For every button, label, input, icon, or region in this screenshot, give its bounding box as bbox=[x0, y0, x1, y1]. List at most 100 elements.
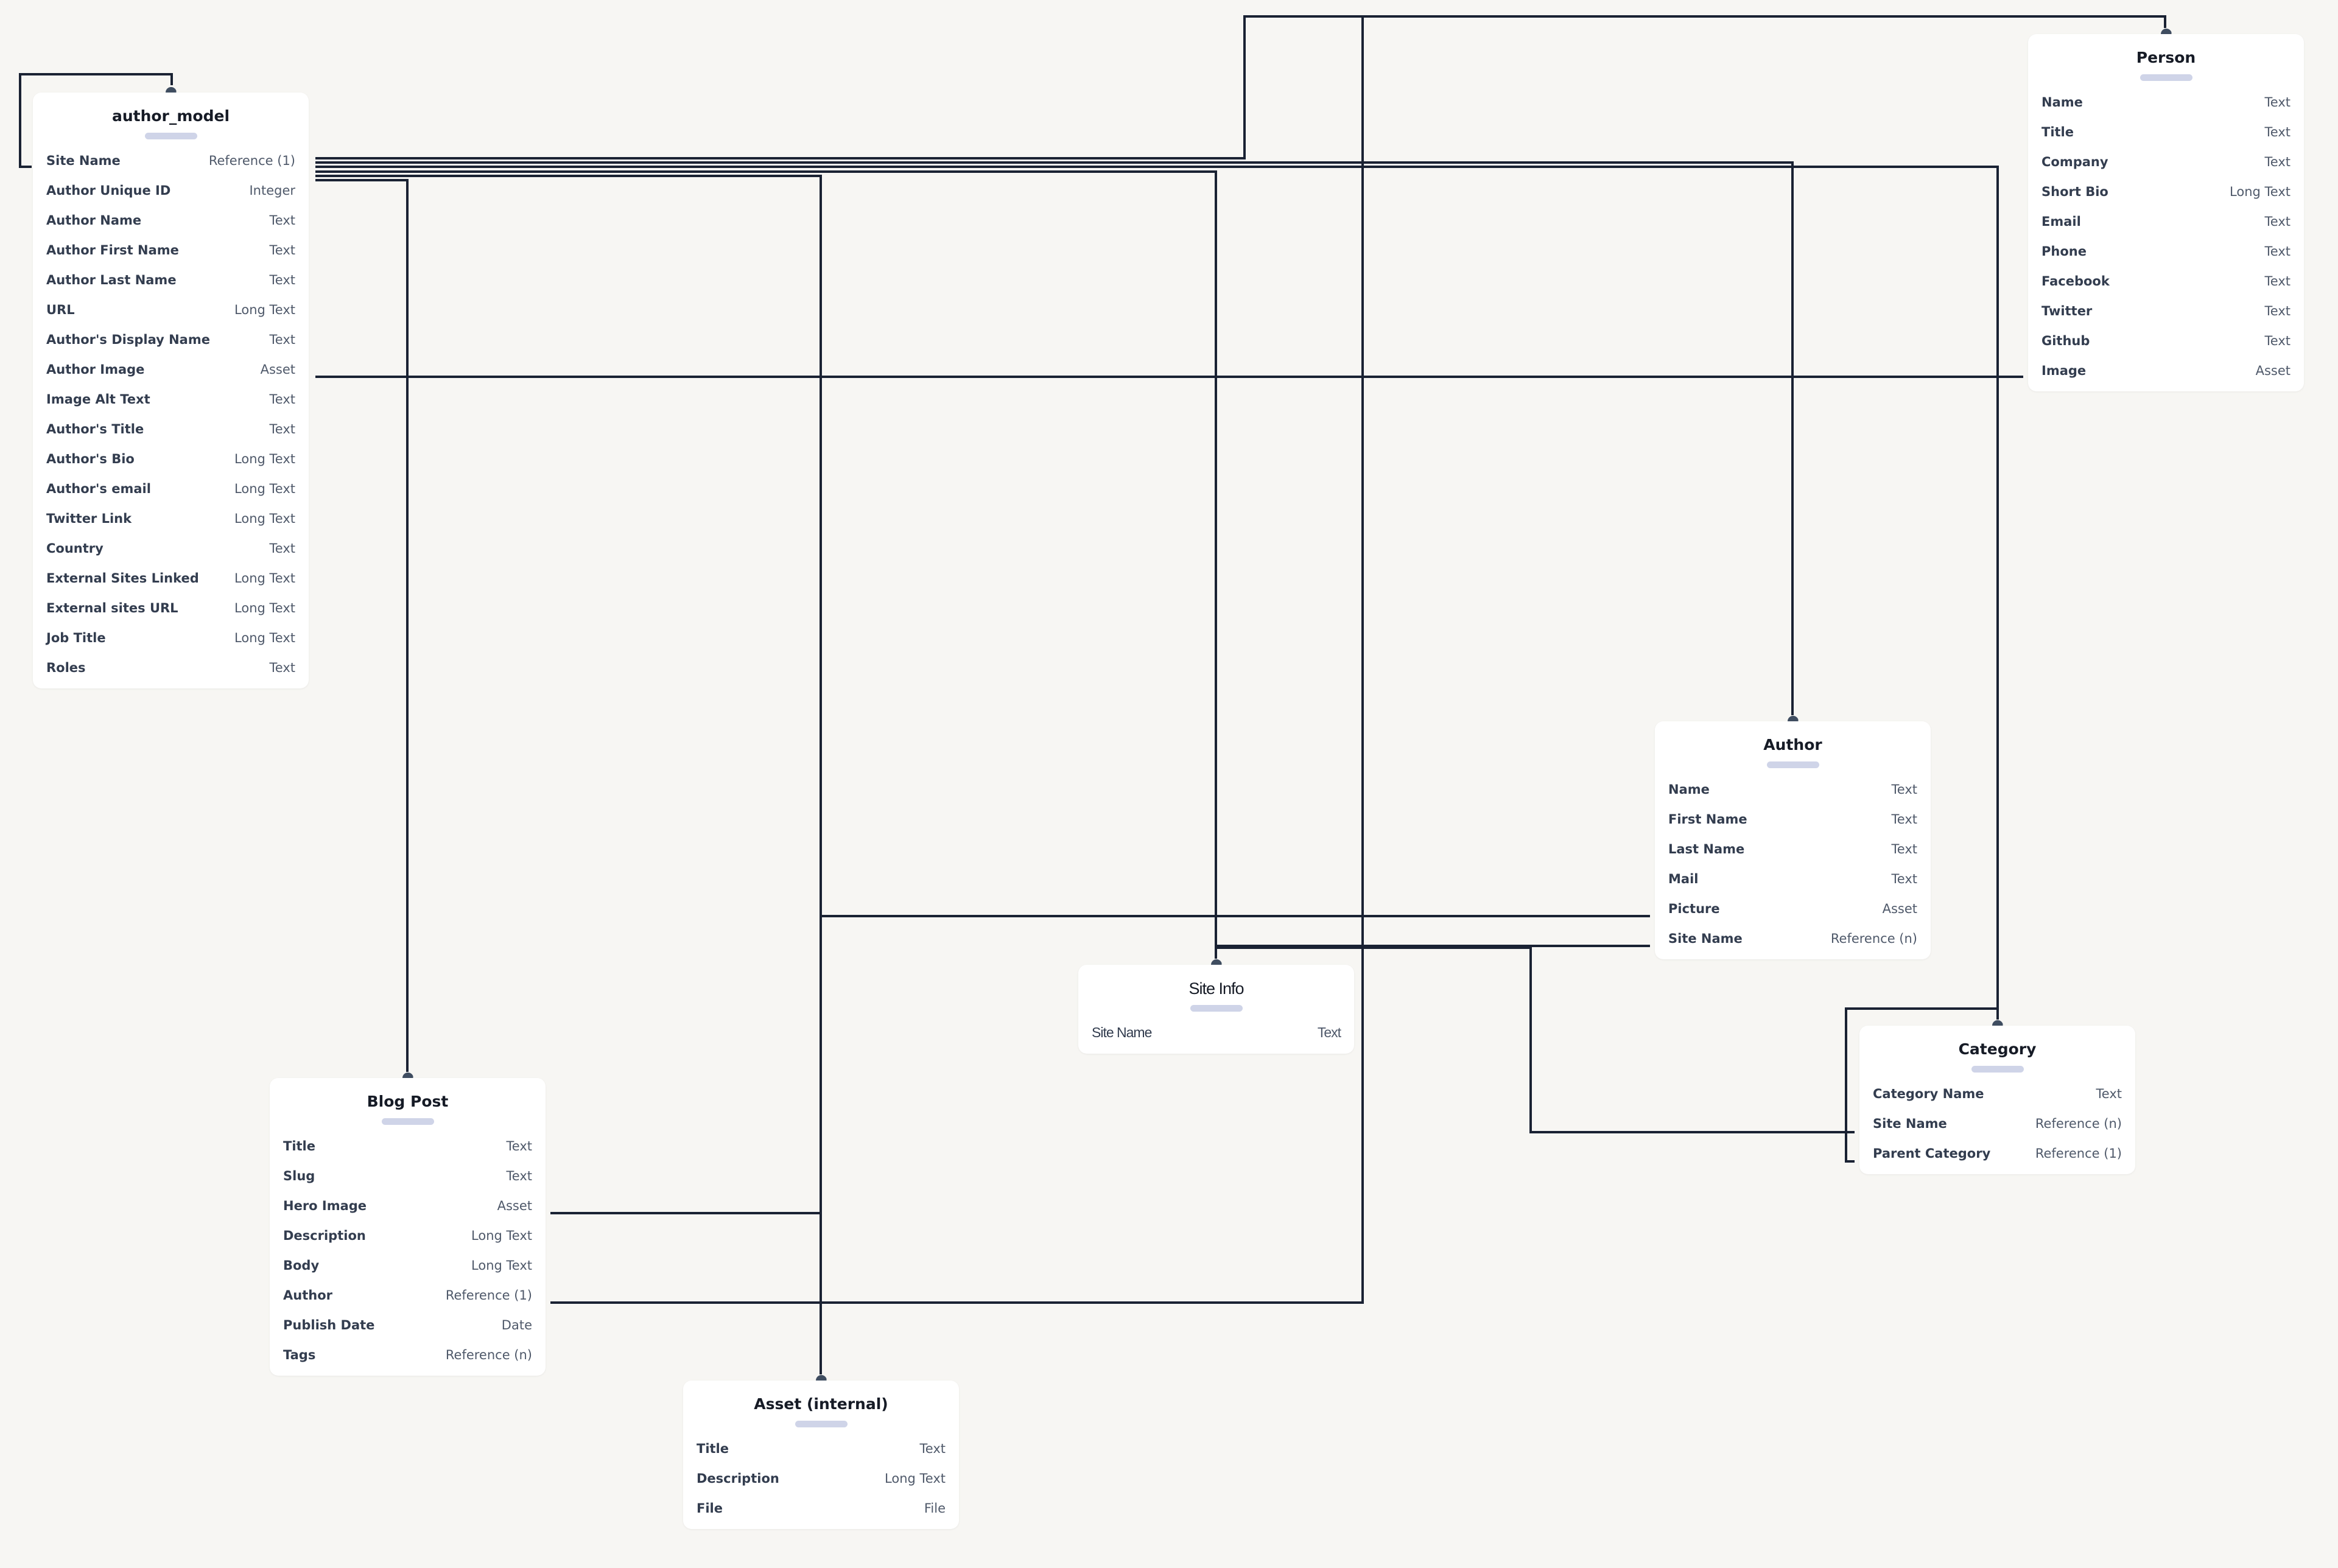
field-row[interactable]: Author's Display Name Text bbox=[46, 324, 295, 354]
connector-author-model-to-author bbox=[315, 161, 1794, 715]
drag-handle-bar[interactable] bbox=[381, 1118, 434, 1125]
field-name: Slug bbox=[283, 1168, 315, 1183]
drag-handle-bar[interactable] bbox=[144, 133, 197, 139]
field-row[interactable]: Author Unique ID Integer bbox=[46, 175, 295, 205]
field-row[interactable]: Author Image Asset bbox=[46, 354, 295, 384]
field-row[interactable]: Parent Category Reference (1) bbox=[1873, 1138, 2122, 1168]
field-row[interactable]: Author's email Long Text bbox=[46, 474, 295, 503]
field-row[interactable]: Mail Text bbox=[1668, 864, 1917, 894]
field-row[interactable]: Category Name Text bbox=[1873, 1079, 2122, 1108]
field-type: File bbox=[924, 1500, 946, 1516]
field-row[interactable]: Title Text bbox=[283, 1131, 532, 1161]
model-card-author[interactable]: Author Name Text First Name Text Last Name Tex… bbox=[1655, 716, 1931, 959]
field-type: Text bbox=[2264, 214, 2291, 229]
field-name: Country bbox=[46, 541, 104, 556]
field-name: Site Name bbox=[1092, 1024, 1152, 1040]
drag-handle-bar[interactable] bbox=[795, 1421, 848, 1427]
field-row[interactable]: Name Text bbox=[1668, 774, 1917, 804]
field-row[interactable]: Job Title Long Text bbox=[46, 623, 295, 653]
field-type: Asset bbox=[497, 1198, 532, 1213]
field-type: Text bbox=[919, 1441, 946, 1456]
field-row[interactable]: Slug Text bbox=[283, 1161, 532, 1191]
model-card-site-info[interactable]: Site Info Site Name Text bbox=[1078, 959, 1354, 1054]
field-type: Long Text bbox=[234, 511, 295, 526]
field-row[interactable]: Site Name Reference (n) bbox=[1873, 1108, 2122, 1138]
field-name: Body bbox=[283, 1258, 320, 1273]
field-row[interactable]: Company Text bbox=[2041, 147, 2291, 177]
field-row[interactable]: Description Long Text bbox=[283, 1220, 532, 1250]
field-row[interactable]: Last Name Text bbox=[1668, 834, 1917, 864]
field-row[interactable]: Facebook Text bbox=[2041, 266, 2291, 296]
model-card-category[interactable]: Category Category Name Text Site Name Refere… bbox=[1859, 1020, 2135, 1174]
connector-author-model-to-site-info bbox=[315, 170, 1217, 959]
field-name: Twitter Link bbox=[46, 511, 132, 526]
field-type: Reference (n) bbox=[1830, 931, 1917, 946]
field-row[interactable]: Site Name Reference (1) bbox=[46, 145, 295, 175]
field-row[interactable]: Site Name Text bbox=[1092, 1018, 1341, 1048]
field-row[interactable]: First Name Text bbox=[1668, 804, 1917, 834]
field-row[interactable]: Author Name Text bbox=[46, 205, 295, 235]
field-name: Site Name bbox=[1668, 931, 1743, 946]
field-name: Author's Bio bbox=[46, 451, 135, 466]
field-row[interactable]: Image Asset bbox=[2041, 355, 2291, 385]
field-name: Author First Name bbox=[46, 242, 179, 257]
field-type: Long Text bbox=[471, 1228, 532, 1243]
field-row[interactable]: Twitter Link Long Text bbox=[46, 503, 295, 533]
field-row[interactable]: Phone Text bbox=[2041, 236, 2291, 266]
field-row[interactable]: Email Text bbox=[2041, 206, 2291, 236]
field-type: Text bbox=[269, 212, 295, 228]
field-type: Integer bbox=[249, 183, 295, 198]
field-name: First Name bbox=[1668, 811, 1747, 827]
field-row[interactable]: Body Long Text bbox=[283, 1250, 532, 1280]
field-row[interactable]: Title Text bbox=[697, 1433, 946, 1463]
field-name: Name bbox=[2041, 94, 2083, 110]
drag-handle-bar[interactable] bbox=[1766, 761, 1819, 768]
model-card-person[interactable]: Person Name Text Title Text Company Text Short … bbox=[2028, 29, 2304, 391]
field-row[interactable]: Tags Reference (n) bbox=[283, 1340, 532, 1370]
model-card-asset-internal[interactable]: Asset (internal) Title Text Description Long… bbox=[683, 1375, 959, 1529]
drag-handle-bar[interactable] bbox=[2140, 74, 2192, 81]
field-type: Long Text bbox=[234, 451, 295, 466]
drag-handle-bar[interactable] bbox=[1190, 1005, 1243, 1012]
field-name: Author Image bbox=[46, 362, 145, 377]
field-row[interactable]: URL Long Text bbox=[46, 295, 295, 324]
field-row[interactable]: Roles Text bbox=[46, 653, 295, 682]
field-row[interactable]: Description Long Text bbox=[697, 1463, 946, 1493]
field-type: Long Text bbox=[471, 1258, 532, 1273]
field-type: Asset bbox=[260, 362, 295, 377]
diagram-canvas[interactable]: author_model Site Name Reference (1) Author… bbox=[0, 0, 2338, 1568]
field-row[interactable]: Author's Title Text bbox=[46, 414, 295, 444]
field-type: Text bbox=[2264, 154, 2291, 169]
field-name: Image bbox=[2041, 363, 2087, 378]
field-row[interactable]: Hero Image Asset bbox=[283, 1191, 532, 1220]
field-row[interactable]: Picture Asset bbox=[1668, 894, 1917, 923]
field-type: Long Text bbox=[234, 302, 295, 317]
field-row[interactable]: Short Bio Long Text bbox=[2041, 177, 2291, 206]
field-row[interactable]: Site Name Reference (n) bbox=[1668, 923, 1917, 953]
field-row[interactable]: Github Text bbox=[2041, 326, 2291, 355]
field-row[interactable]: Image Alt Text Text bbox=[46, 384, 295, 414]
field-type: Text bbox=[2264, 273, 2291, 289]
field-row[interactable]: Twitter Text bbox=[2041, 296, 2291, 326]
field-row[interactable]: Name Text bbox=[2041, 87, 2291, 117]
drag-handle-bar[interactable] bbox=[1971, 1066, 2024, 1073]
field-row[interactable]: Author Last Name Text bbox=[46, 265, 295, 295]
field-name: Description bbox=[697, 1471, 779, 1486]
field-row[interactable]: Author Reference (1) bbox=[283, 1280, 532, 1310]
field-row[interactable]: Author First Name Text bbox=[46, 235, 295, 265]
field-name: Email bbox=[2041, 214, 2081, 229]
field-type: Text bbox=[2264, 124, 2291, 139]
field-row[interactable]: Author's Bio Long Text bbox=[46, 444, 295, 474]
field-row[interactable]: External Sites Linked Long Text bbox=[46, 563, 295, 593]
field-name: Hero Image bbox=[283, 1198, 367, 1213]
field-name: Author Last Name bbox=[46, 272, 177, 287]
field-row[interactable]: Country Text bbox=[46, 533, 295, 563]
model-card-author-model[interactable]: author_model Site Name Reference (1) Author… bbox=[33, 87, 309, 688]
field-type: Text bbox=[1891, 871, 1917, 886]
field-row[interactable]: Title Text bbox=[2041, 117, 2291, 147]
model-card-blog-post[interactable]: Blog Post Title Text Slug Text Hero Image Asse… bbox=[270, 1073, 546, 1376]
field-row[interactable]: External sites URL Long Text bbox=[46, 593, 295, 623]
field-row[interactable]: Publish Date Date bbox=[283, 1310, 532, 1340]
field-type: Text bbox=[2264, 243, 2291, 259]
field-row[interactable]: File File bbox=[697, 1493, 946, 1523]
